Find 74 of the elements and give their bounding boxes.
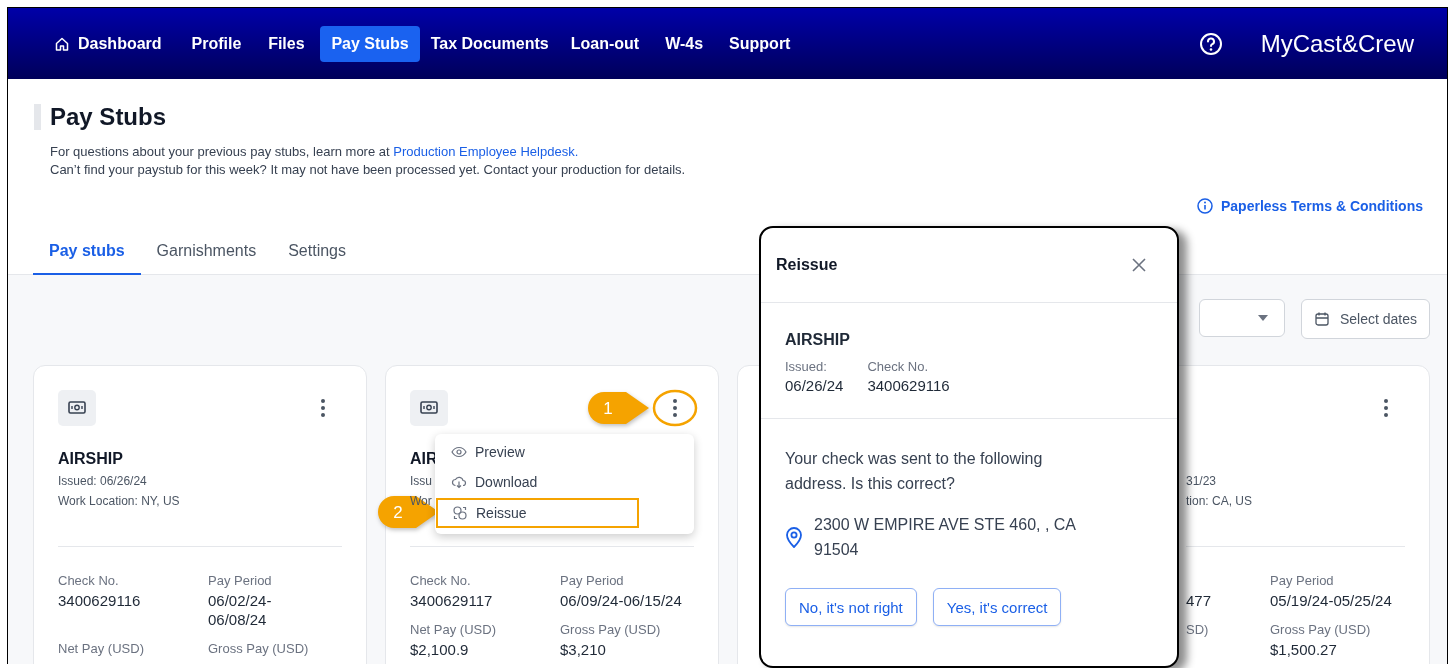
field-label: Pay Period — [560, 573, 625, 589]
tab[interactable]: Settings — [272, 232, 362, 275]
nav-link[interactable]: Tax Documents — [419, 25, 560, 62]
location-pin-icon — [785, 526, 803, 548]
close-icon[interactable] — [1131, 257, 1147, 273]
highlight-circle — [652, 389, 698, 427]
nav-link[interactable]: W-4s — [650, 25, 719, 62]
detail-value: 06/26/24 — [785, 377, 844, 394]
nav-link[interactable]: Files — [252, 25, 321, 62]
eye-icon — [451, 444, 467, 460]
company-name: AIRSHIP — [785, 331, 851, 349]
field-value: 3400629117 — [410, 591, 494, 610]
reissue-icon — [452, 505, 468, 521]
field-label: Gross Pay (USD) — [208, 641, 310, 657]
field-value: $2,100.9 — [410, 640, 470, 659]
nav-link[interactable]: Profile — [180, 25, 253, 62]
field-value: 3400629116 — [58, 591, 142, 610]
issued-date: Issu — [410, 474, 432, 490]
nav-link[interactable]: Loan-out — [559, 25, 651, 62]
field-label: Net Pay (USD) — [58, 641, 145, 657]
page-title: Pay Stubs — [50, 103, 167, 131]
select-dates-button[interactable]: Select dates — [1300, 299, 1430, 339]
work-location: tion: CA, US — [1186, 494, 1253, 510]
cloud-download-icon — [451, 474, 467, 490]
field-value: 05/19/24-05/25/24 — [1270, 591, 1393, 610]
field-value: 477 — [1186, 591, 1213, 610]
address-text: 2300 W EMPIRE AVE STE 460, , CA 91504 — [814, 515, 1077, 560]
menu-item[interactable]: Download — [435, 472, 639, 492]
issued-date: Issued: 06/26/24 — [58, 474, 147, 490]
field-value: $3,210 — [560, 640, 607, 659]
caret-icon — [1257, 315, 1268, 321]
work-location: Work Location: NY, US — [58, 494, 180, 510]
kebab-menu-icon[interactable] — [320, 398, 326, 418]
field-value: $1,500.27 — [1270, 640, 1338, 659]
tab[interactable]: Garnishments — [140, 232, 273, 275]
company-name: AIRSHIP — [58, 450, 123, 469]
kebab-menu-icon[interactable] — [672, 398, 678, 418]
dialog-button[interactable]: Yes, it's correct — [932, 588, 1062, 626]
issued-date: 31/23 — [1186, 474, 1217, 490]
field-value: 06/09/24-06/15/24 — [560, 591, 683, 610]
helpdesk-link[interactable]: Production Employee Helpdesk. — [393, 144, 579, 159]
terms-link[interactable]: Paperless Terms & Conditions — [1197, 198, 1423, 214]
brand-logo[interactable]: MyCast&Crew — [1260, 29, 1414, 58]
field-label: Check No. — [58, 573, 120, 589]
cash-icon — [58, 390, 96, 426]
field-label: Net Pay (USD) — [410, 622, 497, 638]
detail-value: 3400629116 — [867, 377, 950, 394]
field-label: Check No. — [410, 573, 472, 589]
nav-link[interactable]: Pay Stubs — [320, 25, 420, 62]
nav-link[interactable]: Support — [718, 25, 802, 62]
field-label: Gross Pay (USD) — [1270, 622, 1372, 638]
field-value: 06/02/24- 06/08/24 — [208, 591, 273, 629]
kebab-menu-icon[interactable] — [1383, 398, 1389, 418]
detail-label: Check No. — [867, 359, 930, 374]
nav-link[interactable]: Dashboard — [43, 25, 173, 62]
info-icon — [1197, 198, 1213, 214]
title-accent — [34, 104, 41, 130]
home-icon — [54, 35, 70, 52]
calendar-icon — [1313, 311, 1330, 327]
detail-label: Issued: — [785, 359, 828, 374]
field-label: Pay Period — [208, 573, 273, 589]
field-label: Pay Period — [1270, 573, 1335, 589]
dialog-message: Your check was sent to the following address. Is this correct? — [785, 449, 1044, 494]
info-text: For questions about your previous pay stubs, learn more at Production Employee Helpdesk. — [49, 143, 580, 161]
field-label: SD) — [1186, 622, 1210, 638]
menu-item[interactable]: Reissue — [436, 498, 639, 528]
field-label: Gross Pay (USD) — [560, 622, 662, 638]
info-text: Can’t find your paystub for this week? It may not have been processed yet. Contact your production for details. — [49, 161, 687, 179]
cash-icon — [410, 390, 448, 426]
dialog-button[interactable]: No, it's not right — [785, 588, 917, 626]
dialog-title: Reissue — [776, 256, 838, 274]
dropdown-field[interactable] — [1198, 299, 1285, 337]
help-icon[interactable] — [1198, 31, 1223, 56]
menu-item[interactable]: Preview — [435, 442, 639, 462]
